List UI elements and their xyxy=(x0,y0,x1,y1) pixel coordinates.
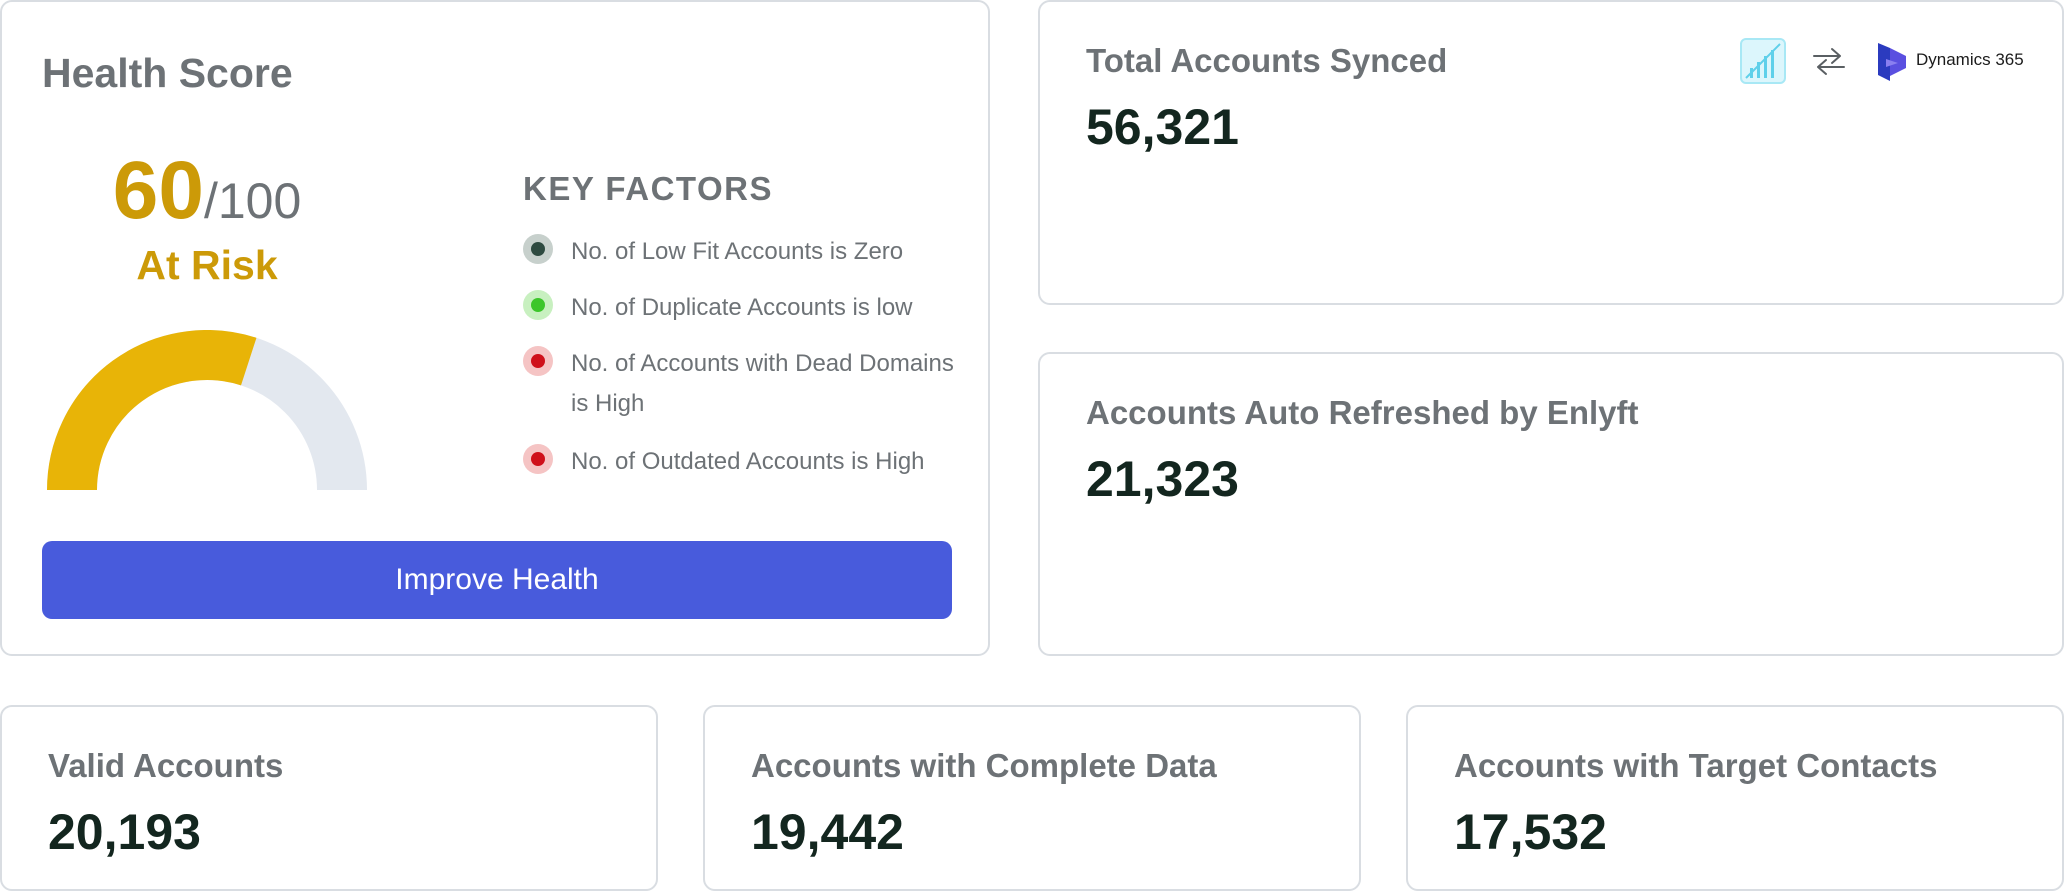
status-dot-icon xyxy=(523,444,553,474)
score-display: 60/100 xyxy=(2,144,412,238)
score-max: /100 xyxy=(203,173,302,229)
score-status: At Risk xyxy=(136,242,278,288)
status-dot-icon xyxy=(523,290,553,320)
stat-value: 17,532 xyxy=(1454,804,1607,860)
health-score-card: Health Score 60/100 At Risk KEY FACTORS … xyxy=(0,0,990,656)
key-factor-text: No. of Accounts with Dead Domains is Hig… xyxy=(571,350,954,417)
accounts-target-contacts-card: Accounts with Target Contacts 17,532 xyxy=(1406,705,2064,891)
stat-label: Accounts with Complete Data xyxy=(751,747,1217,784)
gauge-fill xyxy=(47,330,257,491)
key-factor-text: No. of Duplicate Accounts is low xyxy=(571,294,913,321)
stat-label: Accounts with Target Contacts xyxy=(1454,747,1938,784)
key-factor-text: No. of Low Fit Accounts is Zero xyxy=(571,238,904,265)
valid-accounts-card: Valid Accounts 20,193 xyxy=(0,705,658,891)
accounts-auto-refreshed-card: Accounts Auto Refreshed by Enlyft 21,323 xyxy=(1038,352,2064,656)
improve-health-button[interactable]: Improve Health xyxy=(42,541,952,619)
key-factors-title: KEY FACTORS xyxy=(523,170,773,207)
dynamics-365-label: Dynamics 365 xyxy=(1916,50,2024,69)
arrows-sync-icon xyxy=(1813,48,1845,75)
key-factor-text: No. of Outdated Accounts is High xyxy=(571,448,925,475)
stat-label: Valid Accounts xyxy=(48,747,284,784)
stat-value: 56,321 xyxy=(1086,99,1239,155)
chart-bars-icon xyxy=(1740,38,1786,84)
status-dot-icon xyxy=(523,346,553,376)
stat-label: Accounts Auto Refreshed by Enlyft xyxy=(1086,394,1639,431)
status-dot-icon xyxy=(523,234,553,264)
stat-value: 20,193 xyxy=(48,804,201,860)
integration-indicator: Dynamics 365 xyxy=(1740,38,2040,84)
health-score-title: Health Score xyxy=(42,50,293,96)
score-value: 60 xyxy=(112,145,204,236)
stat-label: Total Accounts Synced xyxy=(1086,42,1448,79)
stat-value: 21,323 xyxy=(1086,451,1239,507)
stat-value: 19,442 xyxy=(751,804,904,860)
total-accounts-synced-card: Total Accounts Synced 56,321 Dynamics 36… xyxy=(1038,0,2064,305)
dynamics-365-icon xyxy=(1878,43,1906,81)
accounts-complete-data-card: Accounts with Complete Data 19,442 xyxy=(703,705,1361,891)
health-gauge xyxy=(47,330,367,491)
